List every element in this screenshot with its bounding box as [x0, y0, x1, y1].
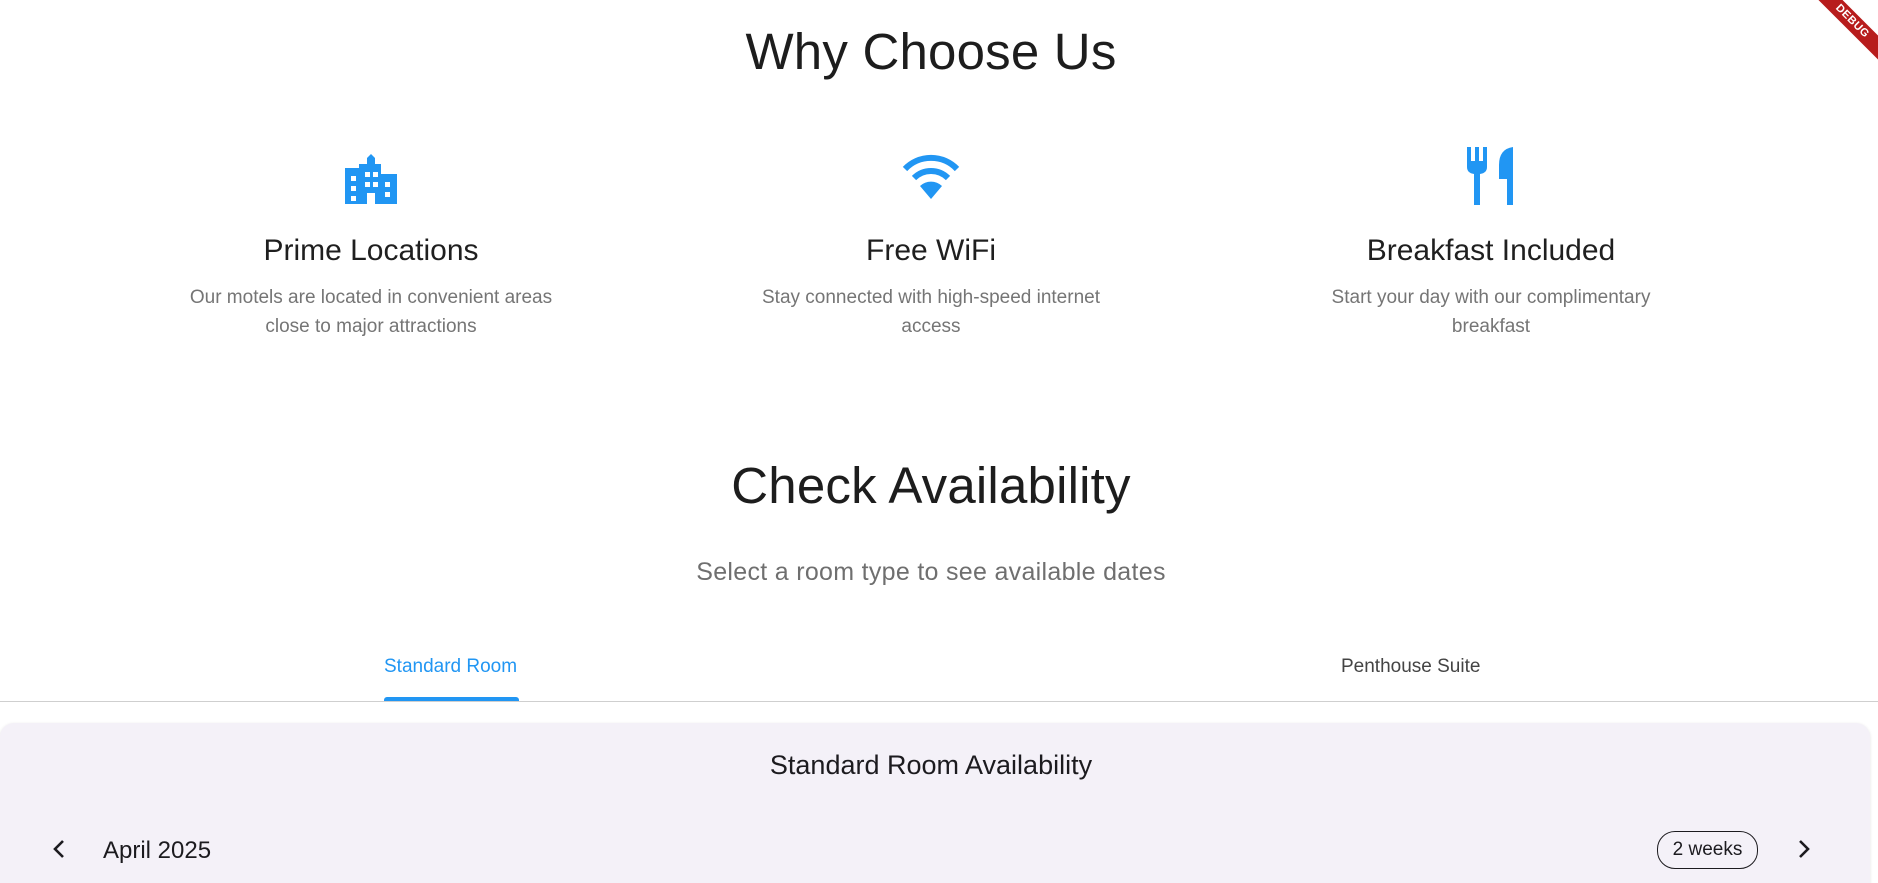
- why-choose-us-title: Why Choose Us: [745, 23, 1117, 80]
- chevron-left-icon: [52, 839, 66, 864]
- tab-penthouse-suite[interactable]: Penthouse Suite: [1341, 656, 1480, 678]
- chevron-right-icon: [1797, 839, 1811, 864]
- check-availability-title: Check Availability: [731, 457, 1131, 514]
- room-type-tabs: Standard Room Penthouse Suite: [0, 640, 1878, 702]
- range-toggle-button[interactable]: 2 weeks: [1657, 831, 1758, 869]
- next-month-button[interactable]: [1786, 833, 1822, 869]
- feature-title: Free WiFi: [866, 234, 996, 267]
- feature-free-wifi: Free WiFi Stay connected with high-speed…: [721, 145, 1141, 341]
- feature-description: Start your day with our complimentary br…: [1331, 287, 1651, 337]
- feature-title: Prime Locations: [263, 234, 479, 267]
- tab-standard-room[interactable]: Standard Room: [384, 656, 517, 678]
- page: Why Choose Us Prime Locations Our motels…: [0, 0, 1878, 883]
- month-label: April 2025: [103, 837, 212, 864]
- apartment-icon: [161, 145, 581, 207]
- feature-description: Our motels are located in convenient are…: [189, 287, 553, 337]
- debug-banner: DEBUG: [1808, 0, 1878, 70]
- card-title: Standard Room Availability: [769, 750, 1093, 780]
- feature-description: Stay connected with high-speed internet …: [762, 287, 1100, 337]
- restaurant-icon: [1281, 145, 1701, 207]
- availability-subtitle: Select a room type to see available date…: [696, 558, 1166, 586]
- feature-title: Breakfast Included: [1366, 234, 1616, 267]
- previous-month-button[interactable]: [41, 833, 77, 869]
- feature-prime-locations: Prime Locations Our motels are located i…: [161, 145, 581, 341]
- availability-card: Standard Room Availability April 2025 2 …: [0, 723, 1870, 883]
- debug-banner-label: DEBUG: [1810, 0, 1878, 63]
- wifi-icon: [721, 145, 1141, 207]
- feature-breakfast-included: Breakfast Included Start your day with o…: [1281, 145, 1701, 341]
- tab-indicator: [384, 697, 519, 701]
